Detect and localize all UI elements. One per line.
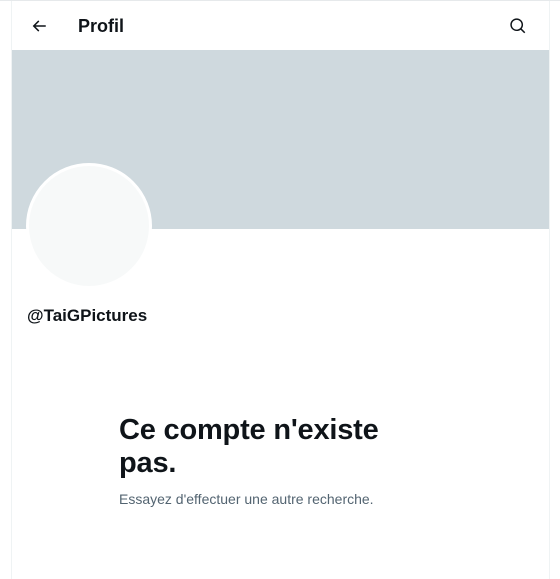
profile-column: Profil @TaiGPictures Ce compte n'existe …	[11, 1, 550, 579]
search-button[interactable]	[501, 9, 535, 43]
search-icon	[510, 18, 526, 34]
back-button[interactable]	[22, 9, 56, 43]
avatar[interactable]	[26, 163, 152, 289]
profile-handle: @TaiGPictures	[27, 306, 148, 325]
profile-header: Profil	[12, 1, 549, 50]
empty-state-subtitle: Essayez d'effectuer une autre recherche.	[119, 491, 374, 507]
empty-state: Ce compte n'existe pas. Essayez d'effect…	[119, 414, 419, 508]
empty-state-title: Ce compte n'existe pas.	[119, 414, 379, 479]
page: Profil @TaiGPictures Ce compte n'existe …	[0, 0, 560, 579]
page-title: Profil	[78, 16, 125, 36]
arrow-left-icon	[32, 20, 46, 32]
